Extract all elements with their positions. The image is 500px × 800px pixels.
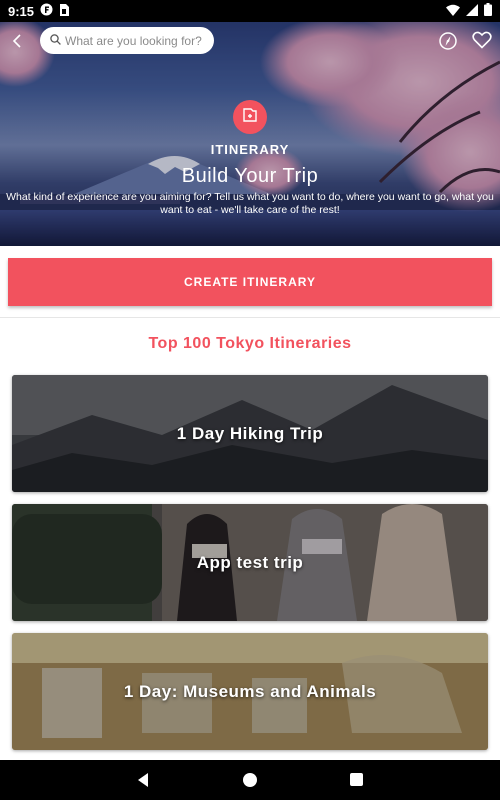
- itinerary-card-title: App test trip: [196, 552, 304, 572]
- create-itinerary-button[interactable]: CREATE ITINERARY: [8, 258, 492, 306]
- itinerary-card-title: 1 Day Hiking Trip: [176, 423, 324, 443]
- status-time: 9:15: [8, 3, 35, 19]
- itinerary-card-title: 1 Day: Museums and Animals: [123, 681, 377, 701]
- favorite-button[interactable]: [472, 31, 494, 53]
- section-title: Top 100 Tokyo Itineraries: [148, 335, 352, 352]
- create-section: CREATE ITINERARY: [0, 246, 500, 318]
- search-bar[interactable]: [40, 27, 214, 54]
- itinerary-icon: [242, 107, 258, 128]
- wifi-icon: [446, 4, 460, 19]
- notification-f-icon: [40, 3, 53, 19]
- itinerary-card[interactable]: 1 Day Hiking Trip: [12, 375, 488, 492]
- sim-card-icon: [59, 3, 70, 19]
- compass-icon: [438, 32, 458, 55]
- top-bar: [0, 22, 500, 62]
- back-arrow-icon: [11, 33, 23, 53]
- hero-description: What kind of experience are you aiming f…: [6, 191, 494, 216]
- compass-button[interactable]: [438, 31, 460, 53]
- back-button[interactable]: [6, 32, 28, 54]
- nav-back-icon: [135, 773, 151, 792]
- nav-back-button[interactable]: [135, 772, 151, 788]
- nav-recents-icon[interactable]: [350, 773, 363, 786]
- hero-title: Build Your Trip: [181, 165, 319, 187]
- itinerary-card[interactable]: App test trip: [12, 504, 488, 621]
- itinerary-card[interactable]: 1 Day: Museums and Animals: [12, 633, 488, 750]
- search-icon: [50, 32, 61, 50]
- system-nav-bar: [0, 760, 500, 800]
- itinerary-badge: [233, 100, 267, 134]
- hero-label: ITINERARY: [210, 142, 290, 157]
- heart-icon: [472, 31, 492, 53]
- signal-icon: [466, 3, 478, 19]
- battery-icon: [484, 3, 492, 19]
- nav-home-icon[interactable]: [243, 773, 257, 787]
- search-input[interactable]: [65, 33, 205, 48]
- status-bar: 9:15: [0, 0, 500, 22]
